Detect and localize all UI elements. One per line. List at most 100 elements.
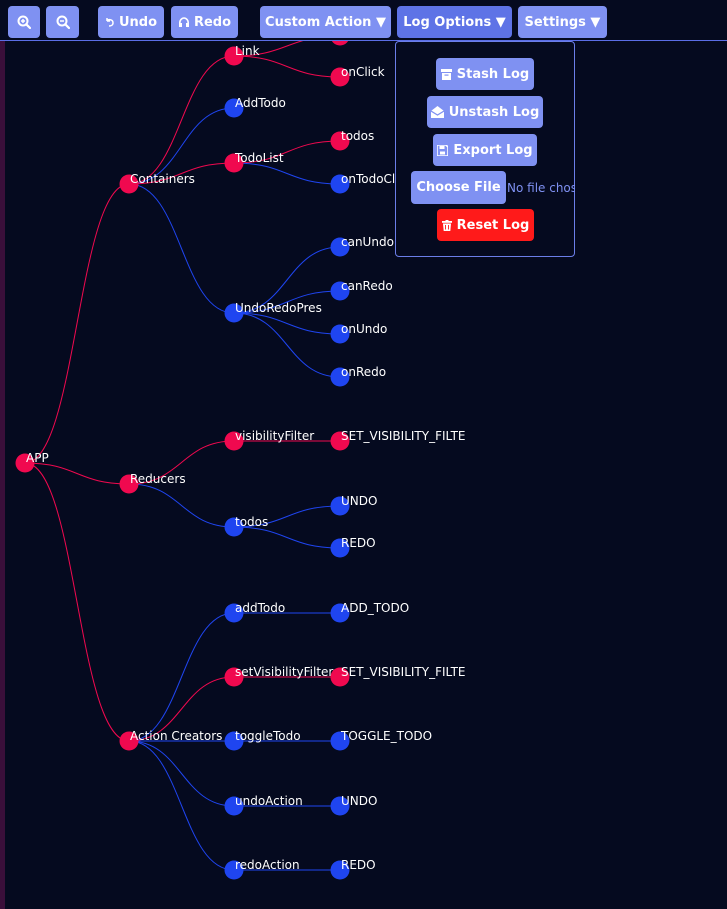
- node-label: Reducers: [130, 472, 186, 486]
- node-label: todos: [235, 515, 268, 529]
- node-label: TOGGLE_TODO: [340, 729, 432, 743]
- redo-button[interactable]: Redo: [171, 6, 238, 38]
- tree-node-addtodo[interactable]: AddTodo: [224, 96, 286, 118]
- open-envelope-icon: [430, 106, 444, 118]
- tree-node-setvis_a[interactable]: SET_VISIBILITY_FILTE: [330, 665, 466, 687]
- archive-icon: [440, 68, 452, 80]
- node-label: visibilityFilter: [235, 429, 314, 443]
- log-options-button[interactable]: Log Options ▼: [397, 6, 512, 38]
- tree-node-onclick[interactable]: onClick: [330, 65, 385, 87]
- node-label: redoAction: [235, 858, 300, 872]
- tree-node-reducers[interactable]: Reducers: [119, 472, 186, 494]
- zoom-in-button[interactable]: [8, 6, 40, 38]
- tree-links: [24, 35, 341, 871]
- tree-node-redo_a[interactable]: REDO: [330, 858, 376, 880]
- node-label: APP: [26, 451, 49, 465]
- tree-node-canundo[interactable]: canUndo: [330, 235, 394, 257]
- tree-node-onredo[interactable]: onRedo: [330, 365, 387, 387]
- node-label: undoAction: [235, 794, 303, 808]
- tree-link: [128, 183, 235, 314]
- node-label: SET_VISIBILITY_FILTE: [341, 665, 465, 679]
- tree-link: [233, 312, 341, 335]
- custom-action-button[interactable]: Custom Action ▼: [260, 6, 391, 38]
- node-label: setVisibilityFilter: [235, 665, 333, 679]
- tree-node-undo_a[interactable]: UNDO: [330, 794, 378, 816]
- tree-link: [128, 740, 235, 807]
- trash-icon: [441, 219, 452, 231]
- node-label: Link: [235, 44, 260, 58]
- export-log-label: Export Log: [453, 142, 533, 158]
- stash-log-button[interactable]: Stash Log: [436, 58, 534, 90]
- tree-link: [24, 183, 130, 464]
- tree-link: [128, 612, 235, 742]
- tree-node-app[interactable]: APP: [15, 451, 49, 473]
- no-file-chosen-text: No file chos: [507, 181, 575, 195]
- tree-link: [233, 312, 341, 378]
- tree-node-setvisibilityfilter[interactable]: setVisibilityFilter: [224, 665, 334, 687]
- node-label: addTodo: [235, 601, 285, 615]
- component-tree[interactable]: APP Containers Reducers Action Creators Link…: [0, 0, 727, 909]
- tree-node-actioncreators[interactable]: Action Creators: [119, 729, 223, 751]
- tree-node-undo_r[interactable]: UNDO: [330, 494, 378, 516]
- node-label: Action Creators: [130, 729, 222, 743]
- node-label: onUndo: [341, 322, 387, 336]
- node-label: UNDO: [341, 794, 377, 808]
- tree-node-canredo[interactable]: canRedo: [330, 279, 393, 301]
- node-label: REDO: [341, 858, 376, 872]
- node-label: todos: [341, 129, 374, 143]
- node-label: ADD_TODO: [341, 601, 409, 615]
- tree-node-toggle_todo[interactable]: TOGGLE_TODO: [330, 729, 433, 751]
- node-label: onClick: [341, 65, 385, 79]
- tree-node-undoaction[interactable]: undoAction: [224, 794, 303, 816]
- tree-node-link[interactable]: Link: [224, 44, 260, 66]
- node-label: canRedo: [341, 279, 393, 293]
- undo-icon: [106, 18, 114, 27]
- tree-link: [24, 462, 130, 742]
- log-options-menu: Stash Log Unstash Log Export Log Choose …: [395, 41, 575, 257]
- tree-link: [128, 55, 235, 185]
- tree-link: [128, 483, 235, 528]
- tree-link: [233, 526, 341, 549]
- node-label: onRedo: [341, 365, 386, 379]
- unstash-log-label: Unstash Log: [448, 104, 540, 120]
- node-label: SET_VISIBILITY_FILTE: [341, 429, 465, 443]
- tree-node-undoredopres[interactable]: UndoRedoPres: [224, 301, 322, 323]
- tree-node-todos_c[interactable]: todos: [330, 129, 375, 151]
- tree-node-setvis_r[interactable]: SET_VISIBILITY_FILTE: [330, 429, 466, 451]
- undo-button[interactable]: Undo: [98, 6, 164, 38]
- node-label: Containers: [130, 172, 195, 186]
- reset-log-button[interactable]: Reset Log: [437, 209, 534, 241]
- node-label: TodoList: [234, 151, 284, 165]
- choose-file-button[interactable]: Choose File: [411, 171, 506, 204]
- tree-node-visibilityfilter[interactable]: visibilityFilter: [224, 429, 315, 451]
- zoom-out-icon: [56, 15, 70, 29]
- tree-node-containers[interactable]: Containers: [119, 172, 195, 194]
- tree-link: [233, 162, 341, 185]
- tree-node-onundo[interactable]: onUndo: [330, 322, 388, 344]
- save-icon: [437, 144, 449, 156]
- reset-log-label: Reset Log: [456, 217, 530, 233]
- node-label: AddTodo: [235, 96, 286, 110]
- stash-log-label: Stash Log: [456, 66, 530, 82]
- tree-node-toggletodo[interactable]: toggleTodo: [224, 729, 301, 751]
- export-log-button[interactable]: Export Log: [433, 134, 537, 166]
- node-label: UNDO: [341, 494, 377, 508]
- node-label: canUndo: [341, 235, 394, 249]
- node-label: toggleTodo: [235, 729, 301, 743]
- tree-node-addtodo_a[interactable]: addTodo: [224, 601, 286, 623]
- tree-link: [128, 740, 235, 871]
- node-label: REDO: [341, 536, 376, 550]
- tree-node-redo_r[interactable]: REDO: [330, 536, 376, 558]
- tree-link: [233, 55, 341, 78]
- node-label: UndoRedoPres: [235, 301, 322, 315]
- redo-icon: [178, 17, 189, 27]
- undo-label: Undo: [118, 14, 158, 30]
- redo-label: Redo: [193, 14, 232, 30]
- zoom-out-button[interactable]: [46, 6, 79, 38]
- toolbar: Undo Redo Custom Action ▼ Log Options ▼ …: [0, 0, 727, 41]
- settings-button[interactable]: Settings ▼: [518, 6, 607, 38]
- unstash-log-button[interactable]: Unstash Log: [427, 96, 543, 128]
- tree-node-redoaction[interactable]: redoAction: [224, 858, 300, 880]
- tree-node-add_todo[interactable]: ADD_TODO: [330, 601, 410, 623]
- tree-node-todos_r[interactable]: todos: [224, 515, 269, 537]
